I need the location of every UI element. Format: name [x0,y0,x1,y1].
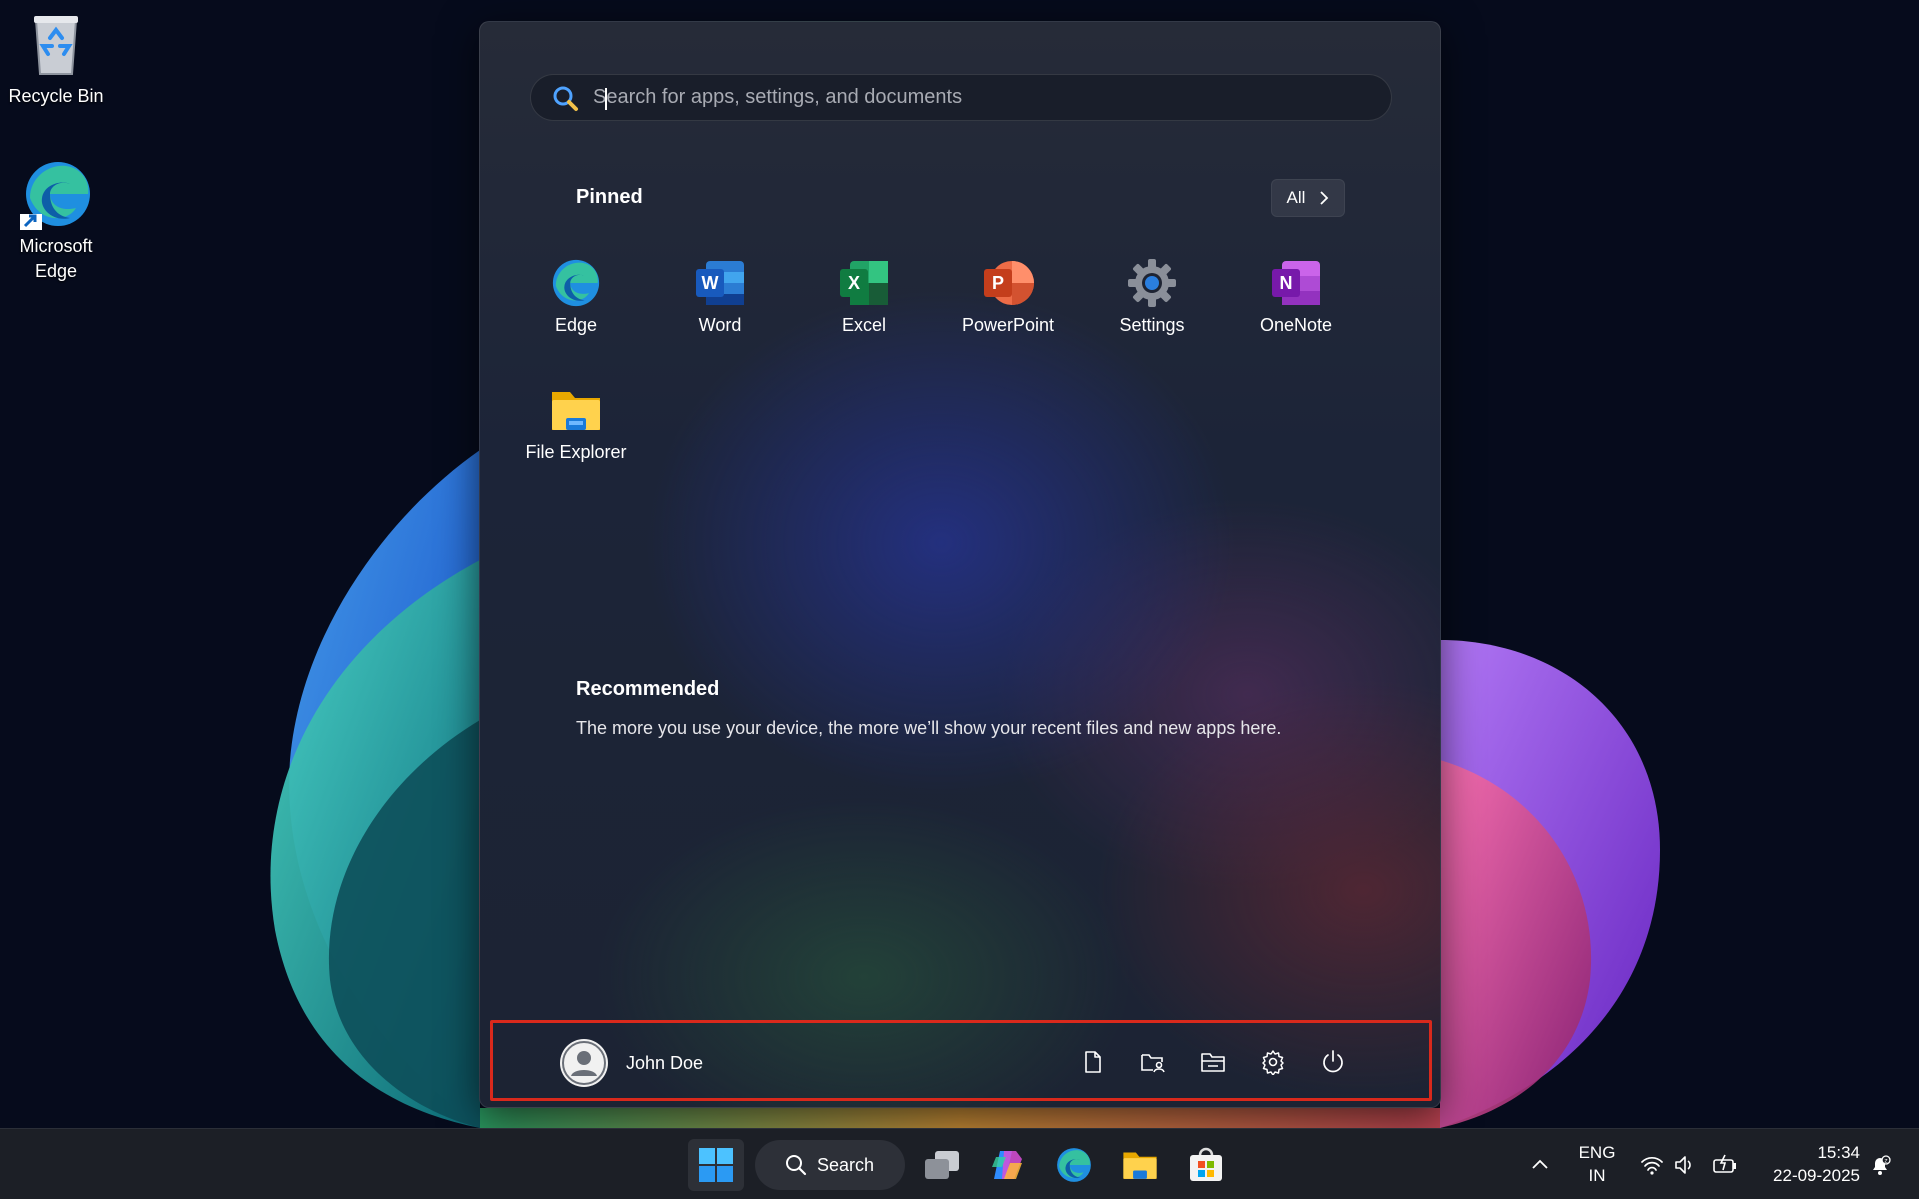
notifications-button[interactable]: z [1868,1153,1892,1177]
all-apps-button[interactable]: All [1271,179,1345,217]
recommended-title: Recommended [576,678,720,700]
edge-icon [1057,1148,1091,1182]
svg-text:W: W [702,273,719,293]
svg-text:X: X [848,273,860,293]
desktop-icon-label: Microsoft Edge [19,236,93,281]
documents-icon [1085,1051,1101,1073]
start-icon [699,1148,733,1182]
pinned-app-powerpoint[interactable]: P PowerPoint [943,247,1073,347]
file-explorer-icon [1123,1152,1157,1179]
app-label: File Explorer [525,442,627,462]
search-input[interactable] [593,86,1391,109]
app-label: Edge [554,315,598,335]
language-code: ENG [1578,1143,1616,1162]
store-icon [1190,1147,1222,1181]
region-code: IN [1588,1166,1606,1185]
svg-text:z: z [1884,1158,1887,1165]
word-icon: W [694,257,746,309]
user-name: John Doe [626,1052,704,1073]
app-label: PowerPoint [961,315,1055,335]
copilot-icon [992,1151,1022,1179]
start-menu: Pinned All Edge W Word [479,21,1441,1108]
power-button[interactable] [1315,1044,1351,1080]
search-icon [553,86,578,111]
file-explorer-folder-icon [1201,1053,1225,1072]
settings-icon [1126,257,1178,309]
desktop-icon-microsoft-edge[interactable]: Microsoft Edge [0,158,112,284]
wifi-status[interactable] [1640,1153,1664,1177]
taskbar-file-explorer-button[interactable] [1112,1139,1168,1191]
edge-icon [20,158,92,230]
recycle-bin-icon [20,8,92,80]
show-hidden-icons-button[interactable] [1528,1153,1552,1177]
task-view-button[interactable] [914,1139,970,1191]
recommended-empty-text: The more you use your device, the more w… [576,718,1282,738]
avatar [560,1039,608,1087]
volume-status[interactable] [1673,1153,1697,1177]
settings-button[interactable] [1255,1044,1291,1080]
pinned-app-excel[interactable]: X Excel [799,247,929,347]
chevron-right-icon [1320,191,1329,205]
svg-text:N: N [1280,273,1293,293]
file-explorer-icon [550,384,602,436]
onenote-icon: N [1270,257,1322,309]
taskbar-search-label: Search [817,1154,875,1175]
pinned-app-word[interactable]: W Word [655,247,785,347]
clock-time: 15:34 [1817,1143,1860,1162]
chevron-up-icon [1532,1159,1548,1169]
powerpoint-icon: P [982,257,1034,309]
pinned-app-onenote[interactable]: N OneNote [1231,247,1361,347]
edge-icon [550,257,602,309]
clock-date: 22-09-2025 [1773,1166,1860,1185]
user-folder-button[interactable] [1135,1044,1171,1080]
task-view-icon [925,1151,959,1179]
taskbar-edge-button[interactable] [1046,1139,1102,1191]
all-apps-label: All [1286,188,1306,207]
svg-text:P: P [992,273,1004,293]
clock[interactable]: 15:34 22-09-2025 [1756,1141,1860,1187]
power-icon [1323,1050,1343,1073]
copilot-button[interactable] [980,1139,1036,1191]
volume-icon [1675,1156,1691,1174]
notification-bell-icon: z [1873,1155,1891,1175]
pinned-app-edge[interactable]: Edge [511,247,641,347]
app-label: Excel [841,315,886,335]
pinned-app-settings[interactable]: Settings [1087,247,1217,347]
language-indicator[interactable]: ENG IN [1576,1141,1618,1187]
battery-status[interactable] [1712,1153,1736,1177]
file-explorer-button[interactable] [1195,1044,1231,1080]
wifi-icon [1641,1156,1663,1175]
app-label: Word [698,315,742,335]
desktop-icon-recycle-bin[interactable]: Recycle Bin [0,8,112,109]
taskbar: Search ENG IN 15:34 22-09-2025 z [0,1128,1919,1199]
user-account-button[interactable]: John Doe [560,1039,703,1087]
battery-charging-icon [1713,1154,1736,1173]
desktop-icon-label: Recycle Bin [8,86,104,106]
settings-gear-icon [1262,1050,1284,1075]
pinned-app-file-explorer[interactable]: File Explorer [511,374,641,474]
search-icon [786,1155,807,1176]
pinned-title: Pinned [576,186,643,208]
start-menu-footer: John Doe [490,1020,1432,1101]
excel-icon: X [838,257,890,309]
start-button[interactable] [688,1139,744,1191]
documents-button[interactable] [1075,1044,1111,1080]
start-search-box[interactable] [530,74,1392,121]
user-folder-icon [1141,1054,1165,1073]
app-label: OneNote [1259,315,1333,335]
microsoft-store-button[interactable] [1178,1139,1234,1191]
text-caret [605,88,607,110]
taskbar-search-button[interactable]: Search [755,1140,905,1190]
app-label: Settings [1119,315,1185,335]
